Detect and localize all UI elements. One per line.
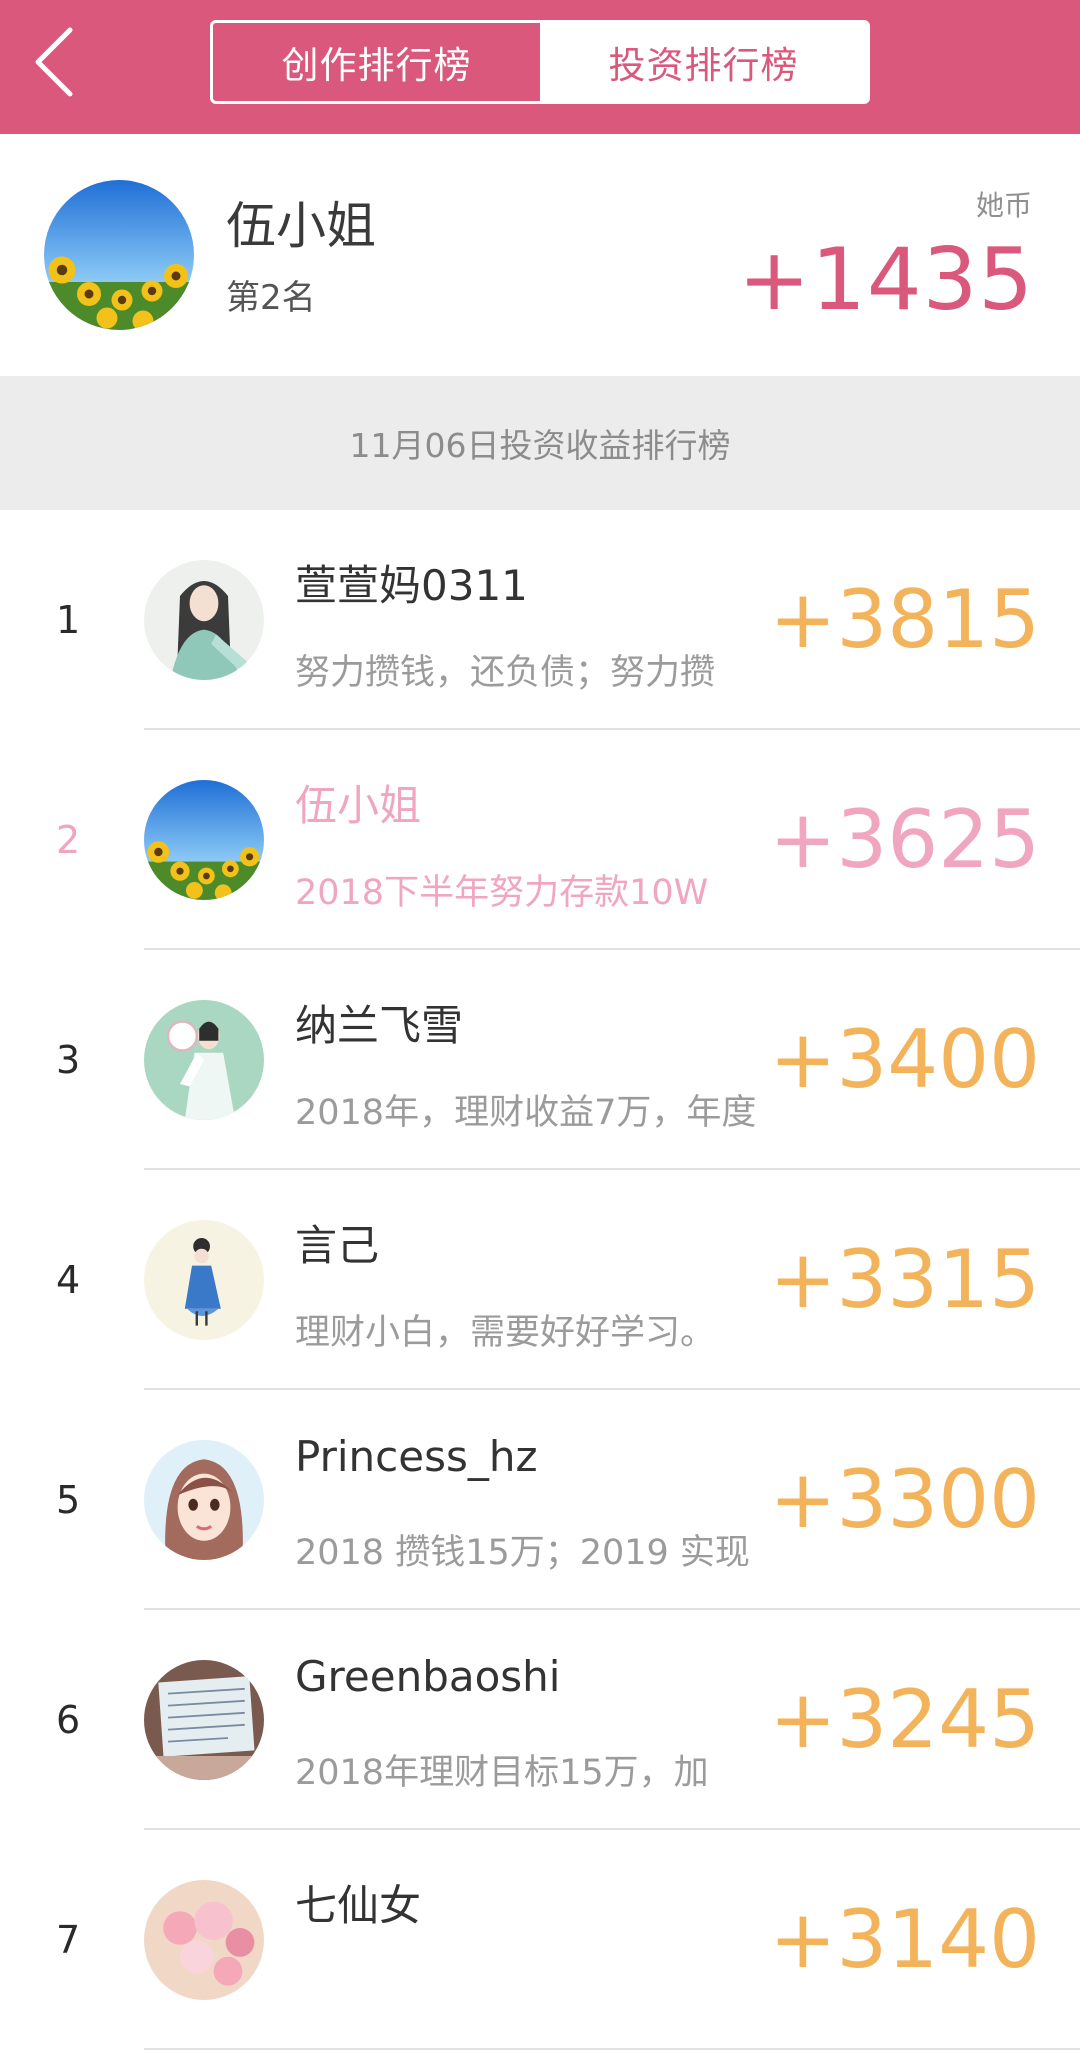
coin-label: 她币 (975, 189, 1032, 222)
tab-switcher: 创作排行榜 投资排行榜 (210, 20, 870, 104)
ranking-row[interactable]: 6 Greenbaoshi 2018年理财目标15万，加 +3245 (0, 1610, 1080, 1830)
sunflower-avatar-icon (44, 180, 194, 330)
ranking-row[interactable]: 5 Princess_hz 2018 攒钱15万；2019 实现 +3300 (0, 1390, 1080, 1610)
user-name: 七仙女 (295, 1881, 422, 1930)
hanfu-girl-avatar-icon (144, 1000, 264, 1120)
my-avatar[interactable] (44, 180, 194, 330)
avatar[interactable] (144, 1000, 264, 1120)
score: +3245 (769, 1673, 1040, 1766)
user-name: 伍小姐 (295, 781, 422, 830)
my-rank-card: 伍小姐 第2名 她币 +1435 (0, 134, 1080, 376)
user-motto: 2018年，理财收益7万，年度 (295, 1093, 757, 1133)
user-name: 萱萱妈0311 (295, 561, 528, 610)
user-motto: 2018年理财目标15万，加 (295, 1753, 709, 1793)
avatar[interactable] (144, 560, 264, 680)
tab-investment-ranking[interactable]: 投资排行榜 (540, 23, 867, 101)
my-name: 伍小姐 (226, 197, 376, 255)
rank-number: 4 (56, 1258, 81, 1302)
rank-number: 5 (56, 1478, 81, 1522)
score: +3315 (769, 1233, 1040, 1326)
sunflower-avatar-icon (144, 780, 264, 900)
ranking-row-current-user[interactable]: 2 伍小姐 2018下半年努力存款10W +3625 (0, 730, 1080, 950)
user-motto: 2018下半年努力存款10W (295, 873, 709, 913)
avatar[interactable] (144, 1440, 264, 1560)
user-motto: 理财小白，需要好好学习。 (295, 1313, 716, 1353)
score: +3140 (769, 1893, 1040, 1986)
score: +3815 (769, 573, 1040, 666)
section-header: 11月06日投资收益排行榜 (0, 376, 1080, 510)
cartoon-girl-avatar-icon (144, 1220, 264, 1340)
cartoon-face-avatar-icon (144, 1440, 264, 1560)
user-name: 言己 (295, 1221, 380, 1270)
score: +3625 (769, 793, 1040, 886)
ranking-list: 1 萱萱妈0311 努力攒钱，还负债；努力攒 +3815 2 伍小姐 2018下… (0, 510, 1080, 2050)
ranking-row[interactable]: 1 萱萱妈0311 努力攒钱，还负债；努力攒 +3815 (0, 510, 1080, 730)
my-rank-text: 第2名 (226, 278, 316, 318)
avatar[interactable] (144, 780, 264, 900)
rank-number: 6 (56, 1698, 81, 1742)
chevron-left-icon (35, 27, 73, 97)
avatar[interactable] (144, 1660, 264, 1780)
notebook-avatar-icon (144, 1660, 264, 1780)
section-title: 11月06日投资收益排行榜 (349, 426, 731, 465)
user-motto: 2018 攒钱15万；2019 实现 (295, 1533, 750, 1573)
top-bar: 创作排行榜 投资排行榜 (0, 0, 1080, 134)
ranking-row[interactable]: 7 七仙女 +3140 (0, 1830, 1080, 2050)
back-button[interactable] (30, 22, 120, 112)
rank-number: 1 (56, 598, 81, 642)
rank-number: 2 (56, 818, 81, 862)
rank-number: 7 (56, 1918, 81, 1962)
avatar[interactable] (144, 1880, 264, 2000)
user-name: 纳兰飞雪 (295, 1001, 464, 1050)
my-score: +1435 (738, 230, 1034, 330)
flowers-avatar-icon (144, 1880, 264, 2000)
avatar[interactable] (144, 1220, 264, 1340)
tab-creation-ranking[interactable]: 创作排行榜 (213, 23, 540, 101)
user-name: Princess_hz (295, 1432, 538, 1481)
user-motto: 努力攒钱，还负债；努力攒 (295, 653, 716, 693)
score: +3400 (769, 1013, 1040, 1106)
illustration-girl-avatar-icon (144, 560, 264, 680)
rank-number: 3 (56, 1038, 81, 1082)
ranking-row[interactable]: 3 纳兰飞雪 2018年，理财收益7万，年度 +3400 (0, 950, 1080, 1170)
user-name: Greenbaoshi (295, 1652, 561, 1701)
ranking-row[interactable]: 4 言己 理财小白，需要好好学习。 +3315 (0, 1170, 1080, 1390)
score: +3300 (769, 1453, 1040, 1546)
